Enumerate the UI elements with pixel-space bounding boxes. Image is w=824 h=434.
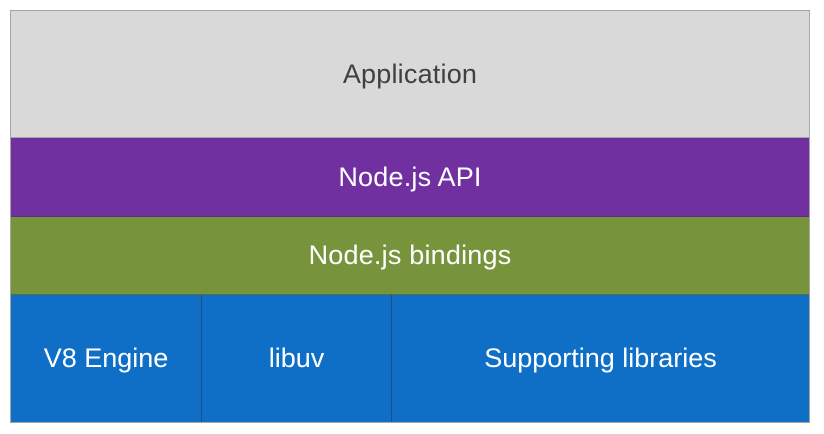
libuv-label: libuv <box>268 343 325 373</box>
architecture-diagram: Application Node.js API Node.js bindings… <box>10 10 810 423</box>
application-layer: Application <box>11 11 809 138</box>
libuv-block: libuv <box>202 295 392 422</box>
v8-engine-label: V8 Engine <box>43 343 169 373</box>
nodejs-bindings-label: Node.js bindings <box>308 240 512 270</box>
nodejs-bindings-layer: Node.js bindings <box>11 217 809 295</box>
supporting-libraries-label: Supporting libraries <box>484 343 717 373</box>
base-layer: V8 Engine libuv Supporting libraries <box>11 295 809 422</box>
application-label: Application <box>342 58 478 89</box>
supporting-libraries-block: Supporting libraries <box>392 295 809 422</box>
nodejs-api-label: Node.js API <box>338 161 482 192</box>
nodejs-api-layer: Node.js API <box>11 138 809 217</box>
v8-engine-block: V8 Engine <box>11 295 202 422</box>
